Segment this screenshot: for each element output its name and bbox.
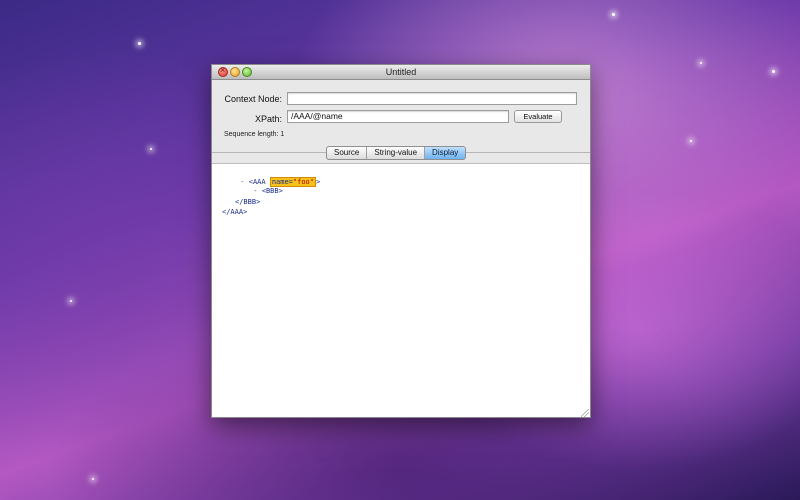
bbb-open-tag: <BBB> (261, 187, 283, 195)
star (70, 300, 72, 302)
view-tabs: Source String-value Display (326, 146, 467, 160)
context-node-label: Context Node: (224, 94, 282, 104)
close-window-button[interactable] (218, 65, 228, 77)
window-title: Untitled (385, 67, 417, 77)
sequence-length-text: Sequence length: 1 (224, 131, 285, 138)
star (150, 148, 152, 150)
aaa-open-tag-end: > (315, 178, 321, 186)
star (138, 42, 141, 45)
aaa-close-tag: </AAA> (222, 208, 248, 216)
tab-display[interactable]: Display (425, 147, 466, 159)
resize-grip-icon[interactable] (581, 409, 589, 417)
star (92, 478, 94, 480)
star (690, 140, 692, 142)
xpath-label: XPath: (254, 114, 282, 124)
bbb-close-tag: </BBB> (235, 198, 261, 206)
app-window: Untitled Context Node: XPath: /AAA/@name… (211, 64, 591, 418)
query-form: Context Node: XPath: /AAA/@name Evaluate (212, 80, 590, 129)
minimize-window-button[interactable] (230, 67, 240, 77)
display-pane: - <AAA name="foo" > - <BBB> </BBB> </AAA> (212, 163, 590, 417)
evaluate-button[interactable]: Evaluate (514, 110, 562, 123)
star (700, 62, 702, 64)
collapse-toggle[interactable]: - (253, 187, 257, 195)
tab-string-value[interactable]: String-value (367, 147, 426, 159)
attribute-value: "foo" (292, 178, 314, 186)
star (772, 70, 775, 73)
xpath-field[interactable]: /AAA/@name (287, 110, 509, 123)
zoom-window-button[interactable] (242, 67, 252, 77)
title-bar[interactable]: Untitled (212, 65, 590, 80)
star (612, 13, 615, 16)
context-node-field[interactable] (287, 92, 577, 105)
tab-source[interactable]: Source (327, 147, 368, 159)
